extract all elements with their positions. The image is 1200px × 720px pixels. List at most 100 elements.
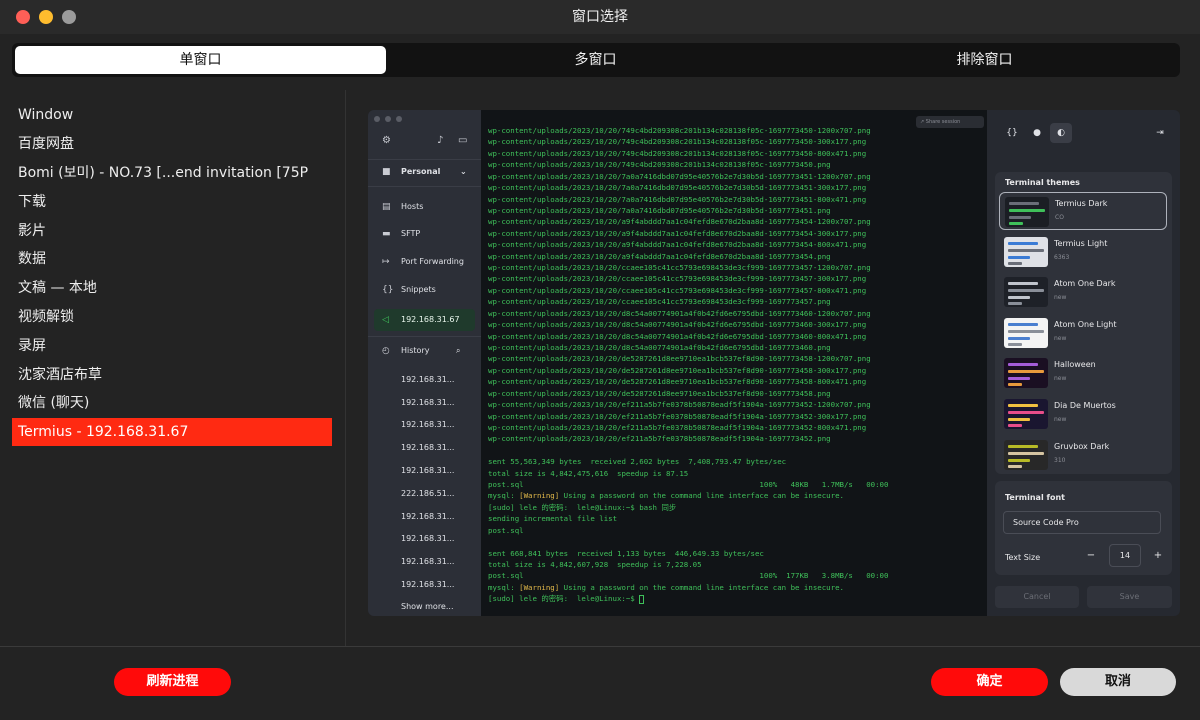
- theme-option[interactable]: Atom One Light new: [999, 314, 1167, 352]
- theme-thumbnail: [1004, 358, 1048, 389]
- history-item[interactable]: 192.168.31...: [368, 460, 481, 482]
- cancel-button[interactable]: 取消: [1060, 668, 1176, 696]
- terminal-line: [sudo] lele 的密码: lele@Linux:~$: [488, 593, 645, 604]
- panel-cancel-button[interactable]: Cancel: [995, 586, 1079, 608]
- terminal-line: wp-content/uploads/2023/10/20/de5287261d…: [488, 365, 867, 375]
- theme-preview-bar: [1008, 255, 1030, 259]
- list-item[interactable]: 下载: [12, 188, 332, 216]
- history-item[interactable]: 192.168.31...: [368, 392, 481, 414]
- theme-preview-bar: [1009, 222, 1023, 225]
- title-bar: 窗口选择: [0, 0, 1200, 34]
- theme-option[interactable]: Dia De Muertos new: [999, 395, 1167, 433]
- theme-preview-bar: [1008, 248, 1044, 252]
- theme-option[interactable]: Atom One Dark new: [999, 273, 1167, 311]
- window-title: 窗口选择: [572, 9, 628, 25]
- terminal-line: wp-content/uploads/2023/10/20/d8c54a0077…: [488, 331, 867, 341]
- list-item[interactable]: 录屏: [12, 332, 332, 360]
- history-item[interactable]: 192.168.31...: [368, 506, 481, 528]
- bell-icon[interactable]: ♪: [437, 135, 443, 146]
- active-host-label: 192.168.31.67: [401, 315, 460, 324]
- window-list: Window 百度网盘 Bomi (보미) - NO.73 [...end in…: [0, 90, 346, 646]
- sidebar-item-label: Snippets: [401, 285, 436, 294]
- theme-preview-bar: [1008, 424, 1022, 427]
- list-item[interactable]: 百度网盘: [12, 130, 332, 158]
- sidebar-item-hosts[interactable]: ▤ Hosts: [368, 196, 481, 218]
- list-item[interactable]: 影片: [12, 217, 332, 245]
- theme-preview-bar: [1008, 418, 1030, 421]
- show-more-link[interactable]: Show more...: [368, 596, 481, 616]
- theme-preview-bar: [1008, 342, 1022, 346]
- terminal-line: wp-content/uploads/2023/10/20/749c4bd209…: [488, 160, 831, 170]
- terminal-line: wp-content/uploads/2023/10/20/d8c54a0077…: [488, 308, 871, 318]
- theme-option[interactable]: Gruvbox Dark 310: [999, 436, 1167, 474]
- refresh-process-button[interactable]: 刷新进程: [114, 668, 231, 696]
- terminal-line: total size is 4,842,607,928 speedup is 7…: [488, 559, 702, 569]
- list-item[interactable]: 数据: [12, 245, 332, 273]
- search-icon[interactable]: ⌕: [456, 340, 460, 362]
- braces-icon[interactable]: {}: [1001, 123, 1023, 143]
- history-item[interactable]: 192.168.31...: [368, 437, 481, 459]
- theme-meta: 310: [1054, 456, 1066, 464]
- active-session-tab[interactable]: ◁ 192.168.31.67: [374, 309, 475, 331]
- themes-title: Terminal themes: [1005, 178, 1080, 187]
- size-decrease-button[interactable]: −: [1080, 545, 1102, 567]
- panel-save-button[interactable]: Save: [1087, 586, 1172, 608]
- history-item[interactable]: 192.168.31...: [368, 528, 481, 550]
- terminal-line: post.sql 100% 48KB 1.7MB/s 00:00: [488, 480, 889, 490]
- terminal-line: post.sql: [488, 525, 524, 535]
- terminal-line: wp-content/uploads/2023/10/20/7a0a7416db…: [488, 194, 867, 204]
- terminal-line: wp-content/uploads/2023/10/20/749c4bd209…: [488, 126, 871, 135]
- settings-icon[interactable]: ⚙: [382, 135, 391, 146]
- theme-meta: new: [1054, 294, 1067, 302]
- font-card: Terminal font Source Code Pro Text Size …: [995, 481, 1172, 575]
- size-increase-button[interactable]: +: [1147, 545, 1169, 567]
- list-item[interactable]: 文稿 — 本地: [12, 274, 332, 302]
- terminal-output[interactable]: ↗ Share session wp-content/uploads/2023/…: [481, 110, 987, 616]
- theme-preview-bar: [1008, 241, 1038, 245]
- list-item[interactable]: 沈家酒店布草: [12, 361, 332, 389]
- theme-option[interactable]: Termius Dark CO: [999, 192, 1167, 230]
- terminal-line: sending incremental file list: [488, 514, 618, 524]
- size-value[interactable]: 14: [1109, 544, 1141, 567]
- sidebar-item-port-forwarding[interactable]: ↦ Port Forwarding: [368, 251, 481, 273]
- palette-icon[interactable]: ◐: [1050, 123, 1072, 143]
- theme-preview-bar: [1008, 370, 1044, 374]
- terminal-line: wp-content/uploads/2023/10/20/749c4bd209…: [488, 137, 867, 147]
- list-item[interactable]: Window: [12, 101, 332, 129]
- terminal-cursor: [639, 594, 645, 604]
- theme-preview-bar: [1008, 329, 1044, 333]
- terminal-line: wp-content/uploads/2023/10/20/de5287261d…: [488, 377, 867, 387]
- share-session-button[interactable]: ↗ Share session: [916, 116, 984, 128]
- history-item[interactable]: 192.168.31...: [368, 369, 481, 391]
- font-select[interactable]: Source Code Pro: [1003, 511, 1161, 534]
- history-item[interactable]: 192.168.31...: [368, 414, 481, 436]
- list-item[interactable]: Bomi (보미) - NO.73 [...end invitation [75…: [12, 159, 332, 187]
- theme-name: Atom One Dark: [1054, 279, 1116, 289]
- terminal-line: wp-content/uploads/2023/10/20/a9f4abddd7…: [488, 251, 831, 261]
- sidebar-item-sftp[interactable]: ▬ SFTP: [368, 223, 481, 245]
- tab-single-window[interactable]: 单窗口: [15, 46, 386, 74]
- tab-multi-window[interactable]: 多窗口: [401, 46, 790, 74]
- confirm-button[interactable]: 确定: [931, 668, 1048, 696]
- terminal-line: wp-content/uploads/2023/10/20/ef211a5b7f…: [488, 422, 867, 432]
- theme-thumbnail: [1004, 317, 1048, 348]
- sidebar-item-snippets[interactable]: {} Snippets: [368, 279, 481, 301]
- theme-meta: new: [1054, 416, 1067, 423]
- theme-option[interactable]: Halloween new: [999, 354, 1167, 392]
- history-item[interactable]: 222.186.51...: [368, 483, 481, 505]
- terminal-icon[interactable]: ▭: [458, 135, 467, 146]
- footer-divider: [0, 646, 1200, 647]
- info-icon[interactable]: ●: [1026, 123, 1048, 143]
- vault-selector[interactable]: ■ Personal ⌄: [368, 161, 481, 183]
- terminal-line: wp-content/uploads/2023/10/20/d8c54a0077…: [488, 342, 831, 352]
- history-item[interactable]: 192.168.31...: [368, 574, 481, 596]
- list-item[interactable]: 微信 (聊天): [12, 389, 332, 417]
- theme-option[interactable]: Termius Light 6363: [999, 233, 1167, 271]
- list-item[interactable]: 视频解锁: [12, 303, 332, 331]
- tab-exclude-window[interactable]: 排除窗口: [790, 46, 1179, 74]
- theme-preview-bar: [1008, 404, 1038, 407]
- list-item-selected[interactable]: Termius - 192.168.31.67: [12, 418, 332, 446]
- history-item[interactable]: 192.168.31...: [368, 551, 481, 573]
- collapse-panel-icon[interactable]: ⇥: [1149, 123, 1171, 143]
- theme-settings-panel: {} ● ◐ ⇥ Terminal themes Termius Dark CO T…: [987, 110, 1180, 616]
